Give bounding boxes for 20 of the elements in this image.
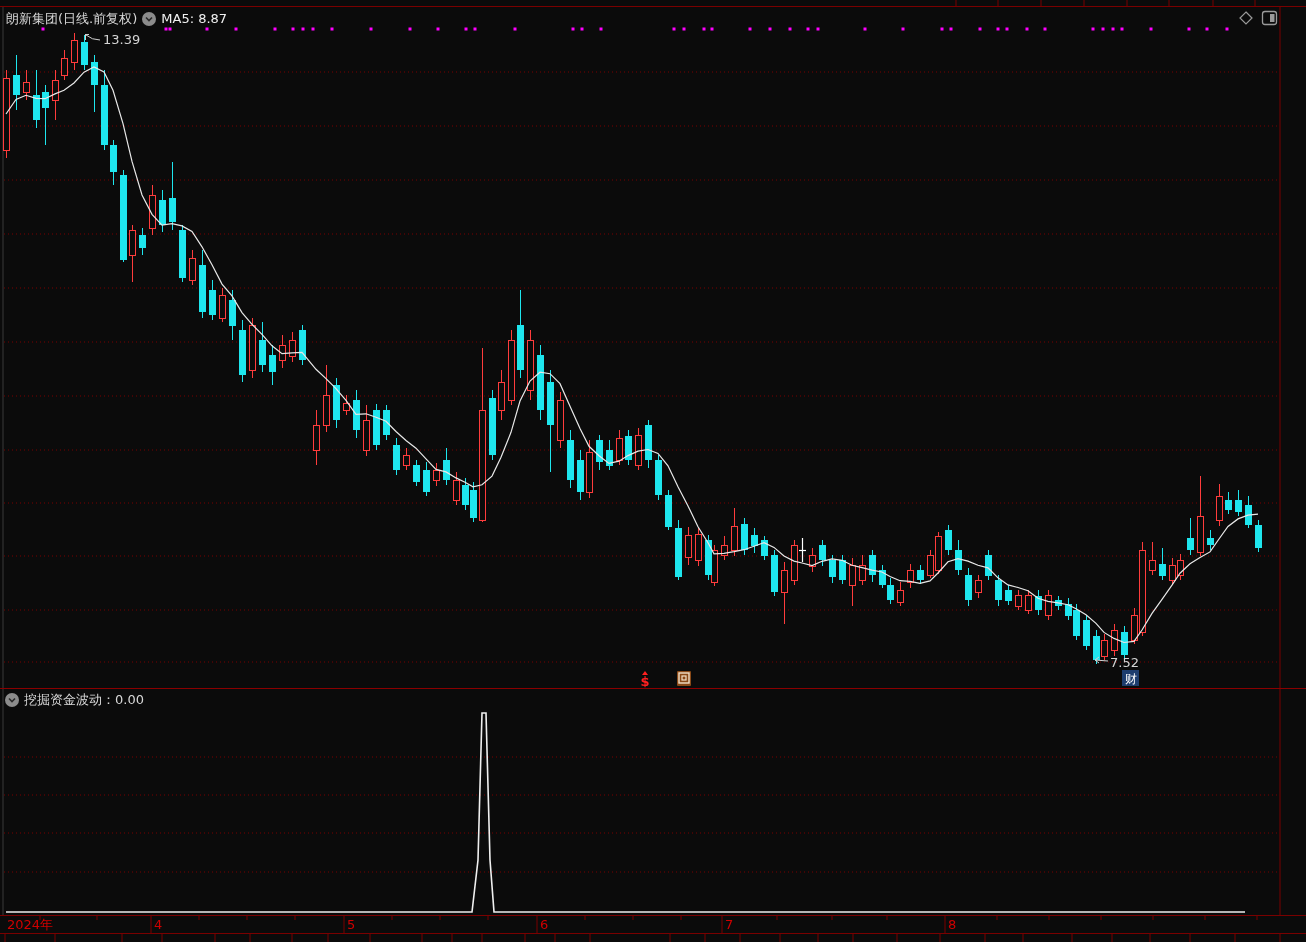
square-marker-icon[interactable] bbox=[677, 671, 691, 686]
leader-arrow bbox=[84, 33, 101, 41]
month-label: 8 bbox=[948, 917, 957, 932]
high-price-label: 13.39 bbox=[103, 32, 141, 47]
ma-value-label: MA5: 8.87 bbox=[161, 10, 228, 27]
diamond-icon[interactable] bbox=[1239, 11, 1253, 25]
low-price-label: 7.52 bbox=[1110, 655, 1139, 670]
month-label: 5 bbox=[347, 917, 356, 932]
doji-candle bbox=[798, 537, 807, 563]
month-label: 7 bbox=[725, 917, 734, 932]
month-label: 6 bbox=[540, 917, 549, 932]
year-label: 2024年 bbox=[7, 917, 54, 932]
leader-arrow bbox=[1094, 656, 1109, 664]
chevron-down-icon[interactable] bbox=[5, 692, 19, 707]
month-label: 4 bbox=[154, 917, 163, 932]
chart-title: 朗新集团(日线.前复权) bbox=[6, 10, 138, 27]
chevron-down-icon[interactable] bbox=[142, 11, 157, 26]
indicator-title: 挖掘资金波动：0.00 bbox=[24, 691, 144, 708]
panel-toggle-icon[interactable] bbox=[1261, 10, 1278, 26]
finance-tag[interactable]: 财 bbox=[1122, 670, 1139, 686]
